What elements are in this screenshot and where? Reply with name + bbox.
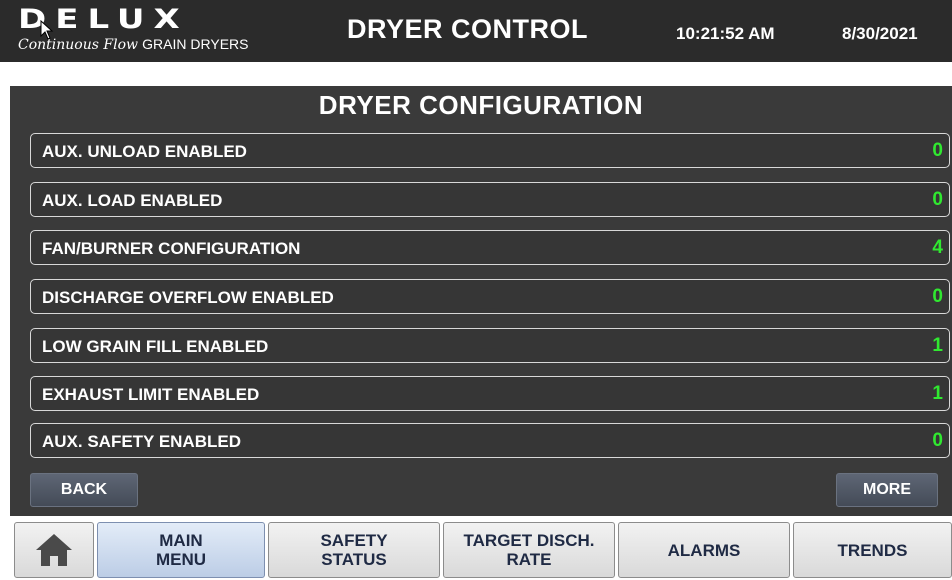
config-row-value[interactable]: 0 — [932, 140, 943, 162]
bottom-nav: MAIN MENU SAFETY STATUS TARGET DISCH. RA… — [0, 516, 952, 580]
config-row-value[interactable]: 1 — [932, 335, 943, 357]
config-row-label: AUX. SAFETY ENABLED — [42, 432, 241, 451]
config-row-label: DISCHARGE OVERFLOW ENABLED — [42, 288, 334, 307]
nav-target-disch-rate-label: TARGET DISCH. RATE — [463, 531, 595, 569]
config-row-exhaust-limit[interactable]: EXHAUST LIMIT ENABLED 1 — [30, 376, 950, 411]
config-row-value[interactable]: 1 — [932, 383, 943, 405]
dryer-configuration-panel: DRYER CONFIGURATION AUX. UNLOAD ENABLED … — [10, 86, 952, 516]
delux-logo: DELUX Continuous Flow GRAIN DRYERS — [18, 6, 268, 58]
nav-trends[interactable]: TRENDS — [793, 522, 952, 578]
app-title: DRYER CONTROL — [347, 14, 588, 44]
nav-trends-label: TRENDS — [837, 540, 908, 560]
config-row-value[interactable]: 0 — [932, 286, 943, 308]
nav-target-disch-rate[interactable]: TARGET DISCH. RATE — [443, 522, 615, 578]
home-button[interactable] — [14, 522, 94, 578]
logo-tagline-plain: GRAIN DRYERS — [142, 36, 249, 52]
config-row-label: EXHAUST LIMIT ENABLED — [42, 385, 260, 404]
config-row-label: AUX. LOAD ENABLED — [42, 191, 223, 210]
config-row-aux-safety[interactable]: AUX. SAFETY ENABLED 0 — [30, 423, 950, 458]
nav-safety-status-label: SAFETY STATUS — [320, 531, 388, 569]
nav-main-menu[interactable]: MAIN MENU — [97, 522, 265, 578]
config-row-aux-load[interactable]: AUX. LOAD ENABLED 0 — [30, 182, 950, 217]
nav-main-menu-label: MAIN MENU — [155, 531, 207, 569]
config-row-discharge-overflow[interactable]: DISCHARGE OVERFLOW ENABLED 0 — [30, 279, 950, 314]
mouse-cursor-icon — [40, 20, 54, 40]
config-row-label: FAN/BURNER CONFIGURATION — [42, 239, 301, 258]
home-icon — [36, 534, 72, 566]
back-button[interactable]: BACK — [30, 473, 138, 507]
config-row-value[interactable]: 4 — [932, 237, 943, 259]
config-row-label: LOW GRAIN FILL ENABLED — [42, 337, 269, 356]
config-row-low-grain-fill[interactable]: LOW GRAIN FILL ENABLED 1 — [30, 328, 950, 363]
config-row-aux-unload[interactable]: AUX. UNLOAD ENABLED 0 — [30, 133, 950, 168]
config-row-value[interactable]: 0 — [932, 430, 943, 452]
nav-alarms-label: ALARMS — [667, 540, 741, 560]
panel-title: DRYER CONFIGURATION — [318, 90, 644, 120]
logo-tagline-script: Continuous Flow — [18, 37, 138, 53]
clock-time: 10:21:52 AM — [676, 24, 775, 43]
nav-alarms[interactable]: ALARMS — [618, 522, 790, 578]
more-button[interactable]: MORE — [836, 473, 938, 507]
config-row-fan-burner[interactable]: FAN/BURNER CONFIGURATION 4 — [30, 230, 950, 265]
config-row-value[interactable]: 0 — [932, 189, 943, 211]
clock-date: 8/30/2021 — [842, 24, 918, 43]
nav-safety-status[interactable]: SAFETY STATUS — [268, 522, 440, 578]
header-bar: DELUX Continuous Flow GRAIN DRYERS DRYER… — [0, 0, 952, 62]
config-row-label: AUX. UNLOAD ENABLED — [42, 142, 247, 161]
